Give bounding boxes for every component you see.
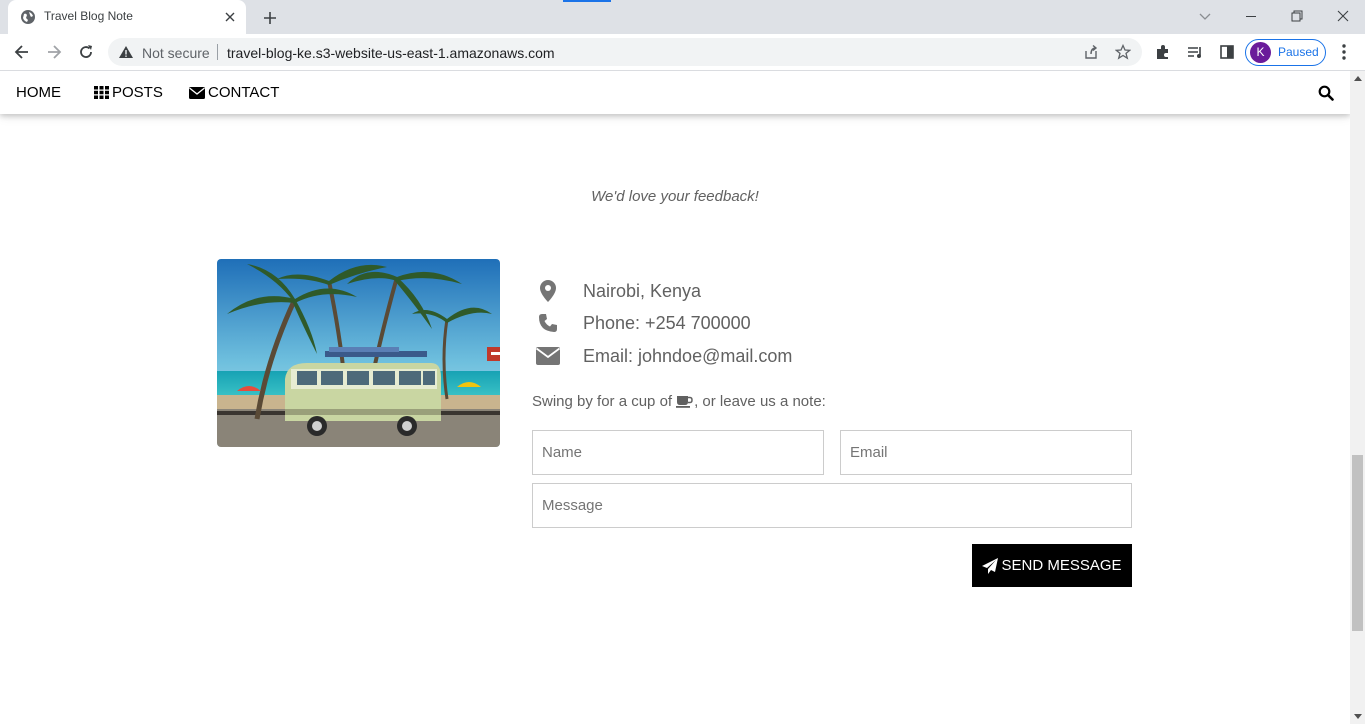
phone-text: Phone: +254 700000 xyxy=(583,312,751,333)
globe-icon xyxy=(20,9,36,25)
coffee-icon xyxy=(676,396,693,408)
phone-icon xyxy=(536,311,560,335)
warning-icon[interactable] xyxy=(118,44,134,60)
scroll-up-arrow-icon[interactable] xyxy=(1354,76,1362,81)
restore-icon[interactable] xyxy=(1287,6,1307,26)
nav-home[interactable]: HOME xyxy=(16,71,61,114)
tab-search-chevron-icon[interactable] xyxy=(1195,6,1215,26)
url-text[interactable]: travel-blog-ke.s3-website-us-east-1.amaz… xyxy=(227,45,555,61)
side-panel-icon[interactable] xyxy=(1217,42,1237,62)
page-scrollbar[interactable] xyxy=(1350,71,1365,724)
email-text: Email: johndoe@mail.com xyxy=(583,345,793,366)
page-viewport: HOME POSTS CONTACT We'd love your feedba… xyxy=(0,71,1350,724)
extensions-puzzle-icon[interactable] xyxy=(1153,42,1173,62)
note-after-text: , or leave us a note: xyxy=(694,393,826,410)
tab-title: Travel Blog Note xyxy=(44,9,133,23)
browser-tab-strip: Travel Blog Note xyxy=(0,0,1365,34)
email-row: Email: johndoe@mail.com xyxy=(536,343,792,369)
message-input[interactable] xyxy=(532,483,1132,528)
profile-button[interactable]: K Paused xyxy=(1245,39,1326,66)
close-window-icon[interactable] xyxy=(1333,6,1353,26)
phone-row: Phone: +254 700000 xyxy=(536,310,751,336)
scrollbar-thumb[interactable] xyxy=(1352,455,1363,631)
nav-posts-label: POSTS xyxy=(112,84,163,101)
profile-status: Paused xyxy=(1278,45,1319,59)
share-icon[interactable] xyxy=(1083,44,1099,60)
nav-contact[interactable]: CONTACT xyxy=(189,71,279,114)
nav-home-label: HOME xyxy=(16,84,61,101)
send-message-label: SEND MESSAGE xyxy=(1001,557,1122,574)
note-before-text: Swing by for a cup of xyxy=(532,393,673,410)
send-message-button[interactable]: SEND MESSAGE xyxy=(972,544,1132,587)
location-text: Nairobi, Kenya xyxy=(583,280,702,301)
address-bar[interactable]: Not secure travel-blog-ke.s3-website-us-… xyxy=(108,38,1142,66)
nav-contact-label: CONTACT xyxy=(208,84,280,101)
scroll-down-arrow-icon[interactable] xyxy=(1354,714,1362,719)
site-navbar: HOME POSTS CONTACT xyxy=(0,71,1350,114)
browser-tab[interactable]: Travel Blog Note xyxy=(8,0,246,34)
bookmark-star-icon[interactable] xyxy=(1115,44,1131,60)
envelope-icon xyxy=(189,86,205,99)
tab-accent-line xyxy=(563,0,611,2)
name-input[interactable] xyxy=(532,430,824,475)
th-grid-icon xyxy=(94,86,109,99)
location-row: Nairobi, Kenya xyxy=(536,278,701,304)
new-tab-icon[interactable] xyxy=(260,8,280,28)
paper-plane-icon xyxy=(982,557,999,574)
back-arrow-icon[interactable] xyxy=(12,42,32,62)
close-tab-icon[interactable] xyxy=(222,9,238,25)
avatar: K xyxy=(1250,42,1271,63)
security-label[interactable]: Not secure xyxy=(142,45,210,61)
nav-posts[interactable]: POSTS xyxy=(94,71,163,114)
map-marker-icon xyxy=(536,279,560,303)
feedback-tagline: We'd love your feedback! xyxy=(591,188,759,205)
email-input[interactable] xyxy=(840,430,1132,475)
kebab-menu-icon[interactable] xyxy=(1336,42,1352,62)
omnibox-divider xyxy=(217,44,218,60)
forward-arrow-icon[interactable] xyxy=(44,42,64,62)
browser-toolbar: Not secure travel-blog-ke.s3-website-us-… xyxy=(0,34,1365,71)
beach-van-image xyxy=(217,259,500,447)
minimize-icon[interactable] xyxy=(1241,6,1261,26)
envelope-icon xyxy=(536,344,560,368)
reload-icon[interactable] xyxy=(76,42,96,62)
contact-note: Swing by for a cup of , or leave us a no… xyxy=(532,393,826,410)
media-queue-icon[interactable] xyxy=(1185,42,1205,62)
search-icon[interactable] xyxy=(1318,85,1334,101)
